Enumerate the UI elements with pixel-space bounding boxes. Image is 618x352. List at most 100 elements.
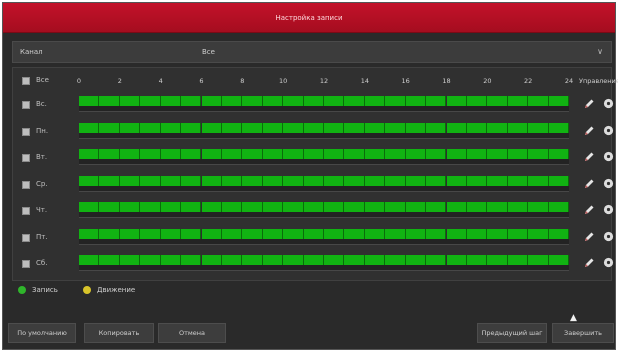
hour-slot[interactable] bbox=[221, 175, 243, 186]
hour-slot[interactable] bbox=[548, 202, 569, 212]
hour-slot[interactable] bbox=[221, 96, 243, 106]
hour-slot[interactable] bbox=[140, 149, 161, 159]
hour-slot[interactable] bbox=[99, 122, 120, 133]
hour-slot[interactable] bbox=[119, 96, 141, 106]
day-checkbox[interactable] bbox=[22, 154, 30, 162]
pencil-icon[interactable] bbox=[583, 231, 595, 243]
hour-slot[interactable] bbox=[405, 228, 427, 239]
day-schedule-subbar[interactable] bbox=[79, 185, 569, 192]
hour-slot[interactable] bbox=[283, 96, 304, 106]
channel-select[interactable]: Канал Все ∨ bbox=[12, 41, 612, 63]
day-schedule-subbar[interactable] bbox=[79, 212, 569, 218]
hour-slot[interactable] bbox=[201, 149, 222, 159]
hour-slot[interactable] bbox=[385, 149, 406, 159]
hour-slot[interactable] bbox=[426, 122, 447, 133]
hour-slot[interactable] bbox=[119, 122, 141, 133]
gear-icon[interactable] bbox=[603, 125, 614, 136]
hour-slot[interactable] bbox=[283, 255, 304, 265]
hour-slot[interactable] bbox=[262, 202, 284, 212]
hour-slot[interactable] bbox=[303, 96, 324, 106]
hour-slot[interactable] bbox=[405, 149, 427, 159]
hour-slot[interactable] bbox=[262, 96, 284, 106]
hour-slot[interactable] bbox=[405, 175, 427, 186]
hour-slot[interactable] bbox=[324, 96, 345, 106]
hour-slot[interactable] bbox=[99, 149, 120, 159]
hour-slot[interactable] bbox=[324, 122, 345, 133]
hour-slot[interactable] bbox=[466, 255, 488, 265]
hour-slot[interactable] bbox=[79, 149, 100, 159]
day-schedule-bar[interactable] bbox=[79, 149, 569, 159]
hour-slot[interactable] bbox=[79, 122, 100, 133]
hour-slot[interactable] bbox=[201, 122, 222, 133]
gear-icon[interactable] bbox=[603, 231, 614, 242]
day-checkbox[interactable] bbox=[22, 260, 30, 268]
hour-slot[interactable] bbox=[79, 228, 100, 239]
hour-slot[interactable] bbox=[446, 96, 467, 106]
hour-slot[interactable] bbox=[446, 122, 467, 133]
hour-slot[interactable] bbox=[385, 202, 406, 212]
hour-slot[interactable] bbox=[262, 175, 284, 186]
day-schedule-subbar[interactable] bbox=[79, 265, 569, 271]
hour-slot[interactable] bbox=[507, 122, 529, 133]
hour-slot[interactable] bbox=[201, 202, 222, 212]
hour-slot[interactable] bbox=[446, 202, 467, 212]
hour-slot[interactable] bbox=[466, 202, 488, 212]
hour-slot[interactable] bbox=[262, 122, 284, 133]
hour-slot[interactable] bbox=[385, 228, 406, 239]
day-schedule-bar[interactable] bbox=[79, 255, 569, 265]
hour-slot[interactable] bbox=[426, 228, 447, 239]
hour-slot[interactable] bbox=[426, 149, 447, 159]
pencil-icon[interactable] bbox=[583, 257, 595, 269]
hour-slot[interactable] bbox=[528, 96, 549, 106]
pencil-icon[interactable] bbox=[583, 98, 595, 110]
hour-slot[interactable] bbox=[507, 175, 529, 186]
day-schedule-bar[interactable] bbox=[79, 228, 569, 239]
hour-slot[interactable] bbox=[79, 175, 100, 186]
hour-slot[interactable] bbox=[221, 255, 243, 265]
hour-slot[interactable] bbox=[487, 255, 508, 265]
hour-slot[interactable] bbox=[262, 149, 284, 159]
gear-icon[interactable] bbox=[603, 151, 614, 162]
select-all-checkbox[interactable] bbox=[22, 77, 30, 85]
hour-slot[interactable] bbox=[140, 228, 161, 239]
day-checkbox[interactable] bbox=[22, 207, 30, 215]
day-schedule-subbar[interactable] bbox=[79, 132, 569, 139]
hour-slot[interactable] bbox=[324, 255, 345, 265]
hour-slot[interactable] bbox=[119, 202, 141, 212]
hour-slot[interactable] bbox=[119, 149, 141, 159]
hour-slot[interactable] bbox=[242, 255, 263, 265]
hour-slot[interactable] bbox=[446, 149, 467, 159]
day-schedule-bar[interactable] bbox=[79, 96, 569, 106]
hour-slot[interactable] bbox=[466, 228, 488, 239]
hour-slot[interactable] bbox=[344, 149, 365, 159]
hour-slot[interactable] bbox=[140, 202, 161, 212]
day-schedule-bar[interactable] bbox=[79, 175, 569, 186]
gear-icon[interactable] bbox=[603, 257, 614, 268]
hour-slot[interactable] bbox=[385, 255, 406, 265]
pencil-icon[interactable] bbox=[583, 151, 595, 163]
hour-slot[interactable] bbox=[324, 175, 345, 186]
hour-slot[interactable] bbox=[221, 122, 243, 133]
hour-slot[interactable] bbox=[364, 255, 386, 265]
hour-slot[interactable] bbox=[160, 96, 182, 106]
hour-slot[interactable] bbox=[487, 202, 508, 212]
hour-slot[interactable] bbox=[548, 149, 569, 159]
hour-slot[interactable] bbox=[507, 149, 529, 159]
hour-slot[interactable] bbox=[426, 96, 447, 106]
hour-slot[interactable] bbox=[181, 255, 202, 265]
day-checkbox[interactable] bbox=[22, 180, 30, 189]
gear-icon[interactable] bbox=[603, 98, 614, 109]
hour-slot[interactable] bbox=[548, 255, 569, 265]
day-checkbox[interactable] bbox=[22, 101, 30, 109]
hour-slot[interactable] bbox=[303, 175, 324, 186]
hour-slot[interactable] bbox=[507, 202, 529, 212]
hour-slot[interactable] bbox=[160, 122, 182, 133]
hour-slot[interactable] bbox=[303, 255, 324, 265]
hour-slot[interactable] bbox=[528, 228, 549, 239]
hour-slot[interactable] bbox=[262, 255, 284, 265]
hour-slot[interactable] bbox=[487, 96, 508, 106]
hour-slot[interactable] bbox=[426, 202, 447, 212]
hour-slot[interactable] bbox=[119, 255, 141, 265]
hour-slot[interactable] bbox=[160, 228, 182, 239]
hour-slot[interactable] bbox=[344, 255, 365, 265]
